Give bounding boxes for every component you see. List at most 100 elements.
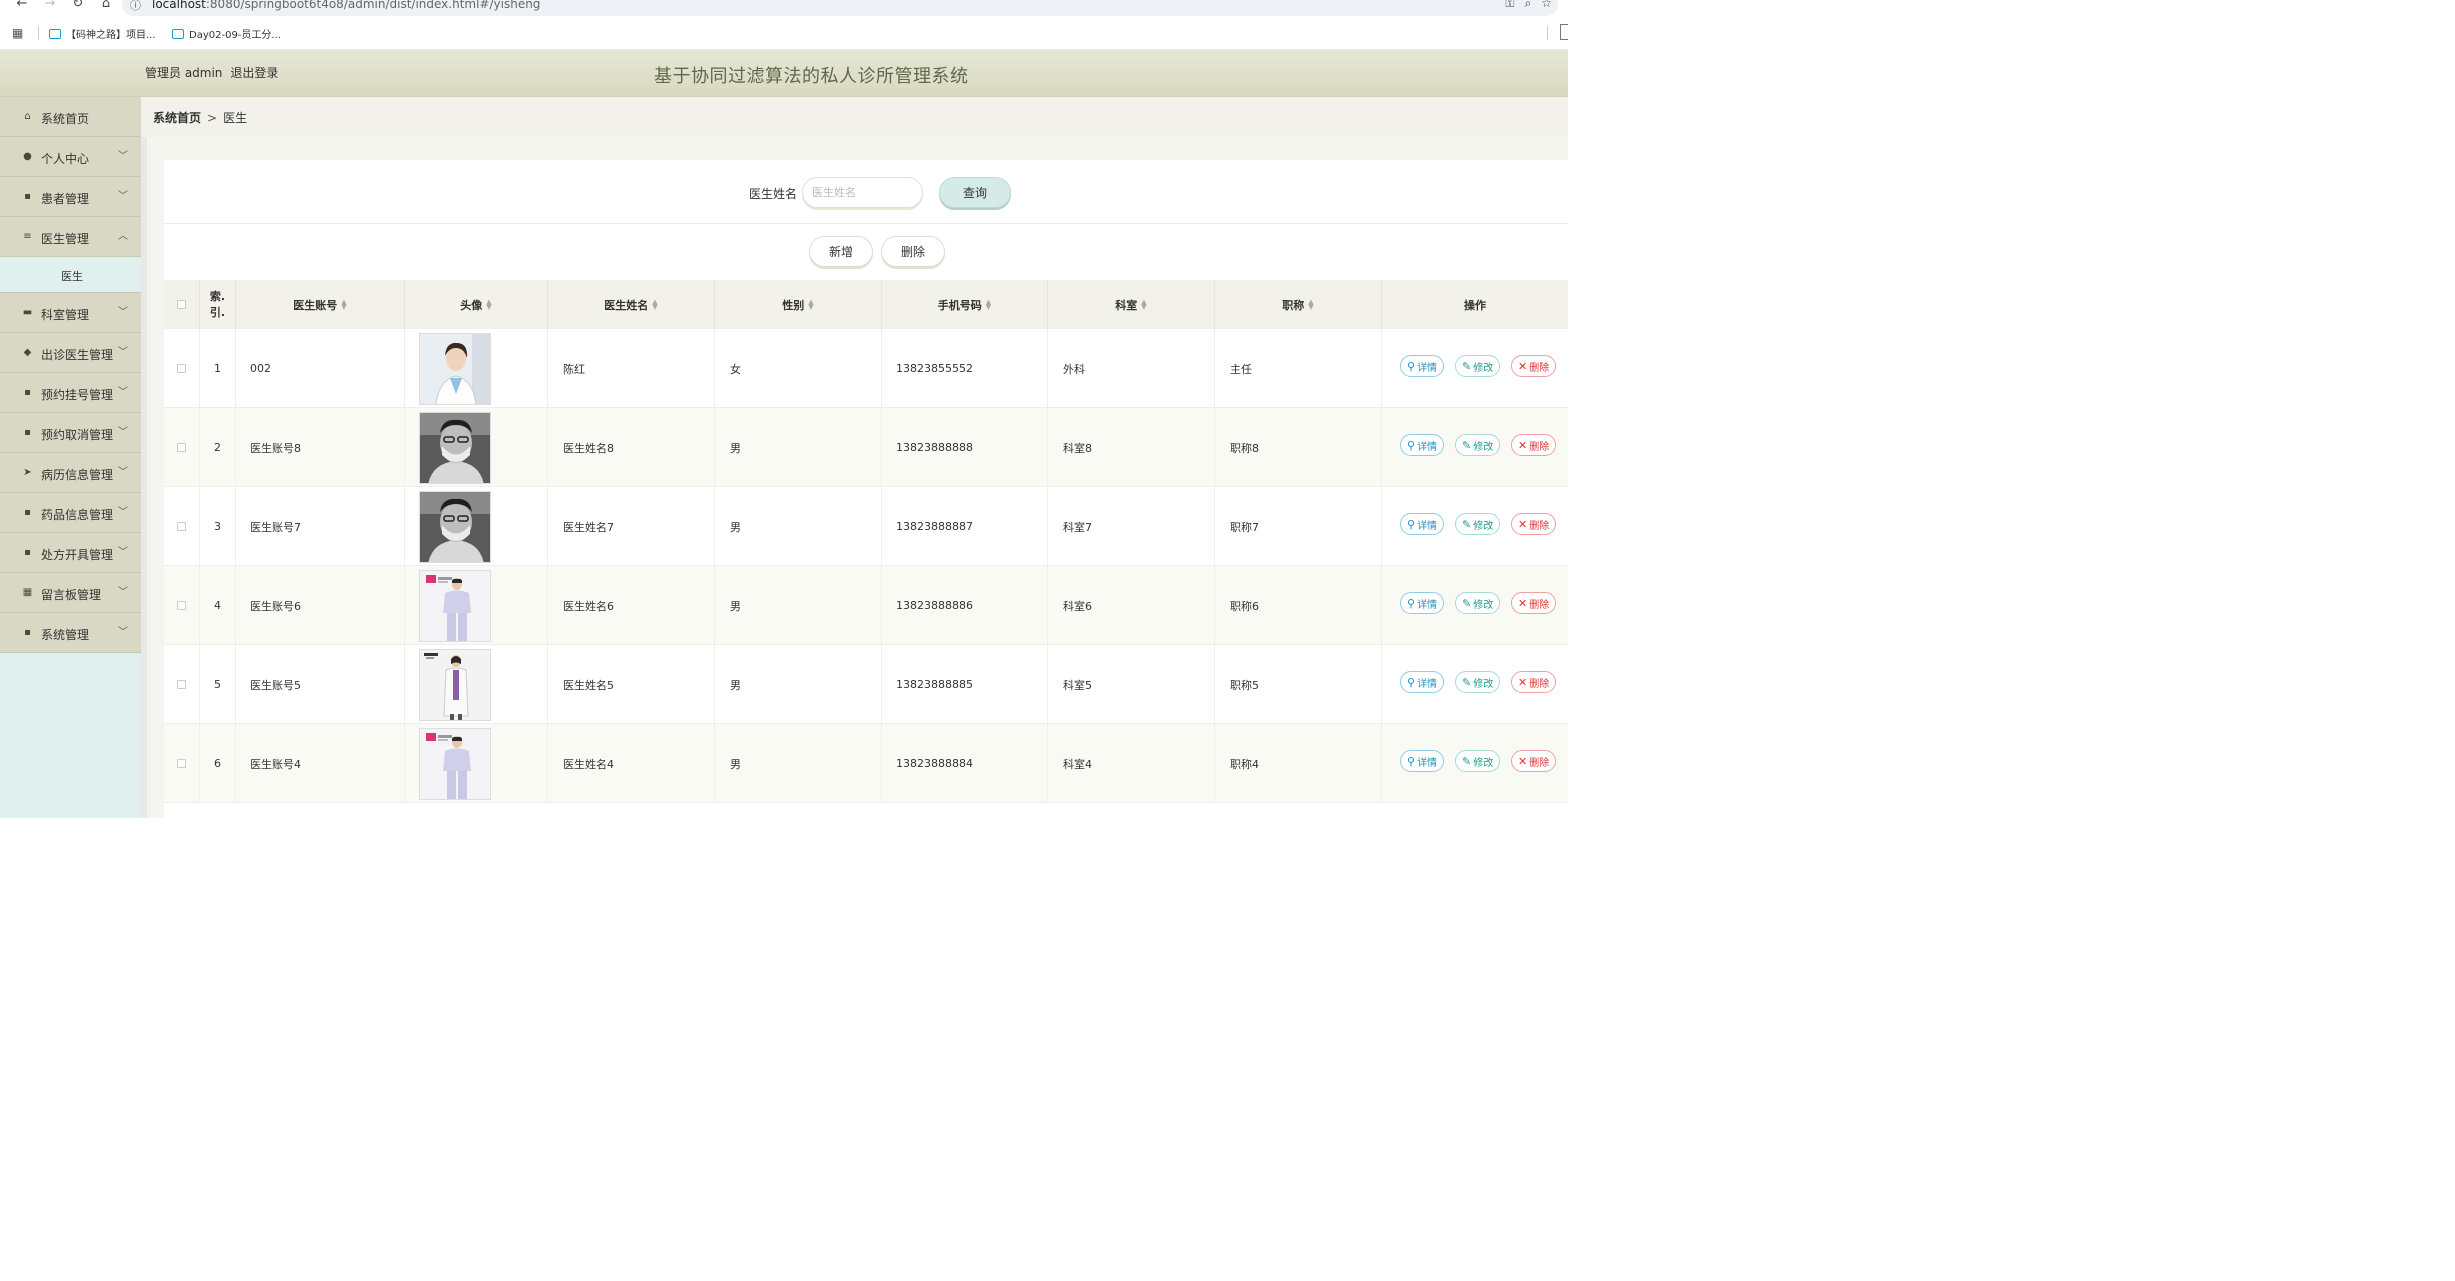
cell-account: 医生账号6 xyxy=(236,566,405,645)
back-icon[interactable]: ← xyxy=(8,0,36,11)
sort-icon[interactable]: ▲ ▼ xyxy=(652,298,657,310)
home-browser-icon[interactable]: ⌂ xyxy=(92,0,120,11)
edit-button[interactable]: ✎ 修改 xyxy=(1455,355,1501,377)
doctor-name-search-input[interactable] xyxy=(802,177,923,208)
delete-row-button[interactable]: ✕ 删除 xyxy=(1511,592,1557,614)
sidebar-item[interactable]: ≡ 医生管理 ︿ xyxy=(0,217,141,257)
action-label: 详情 xyxy=(1417,441,1438,453)
sidebar-item[interactable]: ▦ 留言板管理 ﹀ xyxy=(0,573,141,613)
logout-link[interactable]: 退出登录 xyxy=(230,66,278,80)
detail-button[interactable]: ⚲ 详情 xyxy=(1400,750,1445,772)
apps-grid-icon[interactable]: ▦ xyxy=(12,26,23,40)
cell-title: 职称8 xyxy=(1215,408,1382,487)
header-name[interactable]: 医生姓名 ▲ ▼ xyxy=(548,280,715,329)
batch-delete-button[interactable]: 删除 xyxy=(881,236,945,267)
header-avatar[interactable]: 头像 ▲ ▼ xyxy=(405,280,548,329)
header-label: 职称 xyxy=(1282,298,1305,312)
sidebar-item[interactable]: ▪ 预约挂号管理 ﹀ xyxy=(0,373,141,413)
bookmark-label: 【码神之路】项目... xyxy=(66,30,156,41)
action-label: 修改 xyxy=(1473,441,1494,453)
sort-icon[interactable]: ▲ ▼ xyxy=(486,298,491,310)
header-dept[interactable]: 科室 ▲ ▼ xyxy=(1048,280,1215,329)
table-row[interactable]: 6 医生账号4 医生姓名4 男 13823888884 科室4 职称4 ⚲ 详情 ✎ 修改 ✕ 删除 xyxy=(164,724,1568,803)
url-text[interactable]: localhost:8080/springboot6t4o8/admin/dis… xyxy=(152,0,540,11)
edit-button[interactable]: ✎ 修改 xyxy=(1455,592,1501,614)
sidebar-item[interactable]: ▪ 系统管理 ﹀ xyxy=(0,613,141,653)
edit-button[interactable]: ✎ 修改 xyxy=(1455,434,1501,456)
side-panel-icon[interactable] xyxy=(1560,24,1568,40)
breadcrumb-home[interactable]: 系统首页 xyxy=(153,111,201,125)
sort-icon[interactable]: ▲ ▼ xyxy=(808,298,813,310)
edit-button[interactable]: ✎ 修改 xyxy=(1455,671,1501,693)
table-row[interactable]: 4 医生账号6 医生姓名6 男 13823888886 科室6 职称6 ⚲ 详情 ✎ 修改 ✕ 删除 xyxy=(164,566,1568,645)
row-checkbox[interactable] xyxy=(177,759,186,768)
detail-button[interactable]: ⚲ 详情 xyxy=(1400,592,1445,614)
header-account[interactable]: 医生账号 ▲ ▼ xyxy=(236,280,405,329)
row-checkbox[interactable] xyxy=(177,522,186,531)
table-row[interactable]: 2 医生账号8 医生姓名8 男 13823888888 科室8 职称8 ⚲ 详情 ✎ 修改 ✕ 删除 xyxy=(164,408,1568,487)
detail-button[interactable]: ⚲ 详情 xyxy=(1400,434,1445,456)
table-row[interactable]: 5 医生账号5 医生姓名5 男 13823888885 科室5 职称5 ⚲ 详情 ✎ 修改 ✕ 删除 xyxy=(164,645,1568,724)
header-index-line2: 引. xyxy=(209,305,226,319)
row-select-cell xyxy=(164,645,200,724)
delete-row-button[interactable]: ✕ 删除 xyxy=(1511,671,1557,693)
sort-icon[interactable]: ▲ ▼ xyxy=(1141,298,1146,310)
query-button[interactable]: 查询 xyxy=(939,177,1011,208)
row-checkbox[interactable] xyxy=(177,364,186,373)
row-checkbox[interactable] xyxy=(177,601,186,610)
row-checkbox[interactable] xyxy=(177,680,186,689)
chevron-down-icon: ﹀ xyxy=(118,307,128,318)
delete-row-button[interactable]: ✕ 删除 xyxy=(1511,355,1557,377)
forward-icon[interactable]: → xyxy=(36,0,64,11)
bookmark-item[interactable]: Day02-09-员工分... xyxy=(172,26,281,41)
sidebar-item[interactable]: ⌂ 系统首页 xyxy=(0,97,141,137)
sidebar-item[interactable]: ● 个人中心 ﹀ xyxy=(0,137,141,177)
delete-row-button[interactable]: ✕ 删除 xyxy=(1511,434,1557,456)
avatar-cell xyxy=(405,566,548,645)
sidebar-item[interactable]: ◆ 出诊医生管理 ﹀ xyxy=(0,333,141,373)
row-checkbox[interactable] xyxy=(177,443,186,452)
header-gender[interactable]: 性别 ▲ ▼ xyxy=(715,280,882,329)
sidebar-item[interactable]: ▪ 患者管理 ﹀ xyxy=(0,177,141,217)
sort-icon[interactable]: ▲ ▼ xyxy=(1308,298,1313,310)
chevron-down-icon: ﹀ xyxy=(118,507,128,518)
bookmark-item[interactable]: 【码神之路】项目... xyxy=(49,26,156,41)
header-phone[interactable]: 手机号码 ▲ ▼ xyxy=(882,280,1048,329)
sidebar-subitem-doctor[interactable]: 医生 xyxy=(0,257,141,293)
table-row[interactable]: 1 002 陈红女 13823855552 外科 主任 ⚲ 详情 ✎ 修改 ✕ 删除 xyxy=(164,329,1568,408)
delete-row-button[interactable]: ✕ 删除 xyxy=(1511,750,1557,772)
detail-button[interactable]: ⚲ 详情 xyxy=(1400,671,1445,693)
select-all-checkbox[interactable] xyxy=(177,300,186,309)
table-row[interactable]: 3 医生账号7 医生姓名7 男 13823888887 科室7 职称7 ⚲ 详情 ✎ 修改 ✕ 删除 xyxy=(164,487,1568,566)
site-info-icon[interactable]: ⓘ xyxy=(130,0,141,13)
detail-button[interactable]: ⚲ 详情 xyxy=(1400,513,1445,535)
cell-dept: 科室6 xyxy=(1048,566,1215,645)
add-button[interactable]: 新增 xyxy=(809,236,873,267)
home-icon: ⌂ xyxy=(24,111,31,122)
sort-icon[interactable]: ▲ ▼ xyxy=(341,298,346,310)
cell-index: 2 xyxy=(200,408,236,487)
sidebar-item[interactable]: ▪ 处方开具管理 ﹀ xyxy=(0,533,141,573)
bookmark-label: Day02-09-员工分... xyxy=(189,30,281,41)
sidebar-item[interactable]: ▪ 预约取消管理 ﹀ xyxy=(0,413,141,453)
zoom-icon[interactable]: ⌕ xyxy=(1525,0,1532,11)
sort-icon[interactable]: ▲ ▼ xyxy=(986,298,991,310)
key-icon[interactable]: ⚿ xyxy=(1505,0,1514,11)
header-label: 操作 xyxy=(1464,298,1486,312)
breadcrumb-separator: > xyxy=(207,111,218,125)
avatar-cell xyxy=(405,408,548,487)
sidebar-item[interactable]: ▪ 药品信息管理 ﹀ xyxy=(0,493,141,533)
reload-icon[interactable]: ↻ xyxy=(64,0,92,11)
star-icon[interactable]: ☆ xyxy=(1541,0,1552,11)
cell-gender: 男 xyxy=(715,408,882,487)
app-title: 基于协同过滤算法的私人诊所管理系统 xyxy=(654,66,969,87)
delete-row-button[interactable]: ✕ 删除 xyxy=(1511,513,1557,535)
detail-button[interactable]: ⚲ 详情 xyxy=(1400,355,1445,377)
sidebar-item[interactable]: ➤ 病历信息管理 ﹀ xyxy=(0,453,141,493)
edit-button[interactable]: ✎ 修改 xyxy=(1455,513,1501,535)
avatar xyxy=(419,569,491,642)
header-title[interactable]: 职称 ▲ ▼ xyxy=(1215,280,1382,329)
sidebar-item[interactable]: ▬ 科室管理 ﹀ xyxy=(0,293,141,333)
edit-button[interactable]: ✎ 修改 xyxy=(1455,750,1501,772)
sidebar-item-label: 个人中心 xyxy=(41,152,90,166)
